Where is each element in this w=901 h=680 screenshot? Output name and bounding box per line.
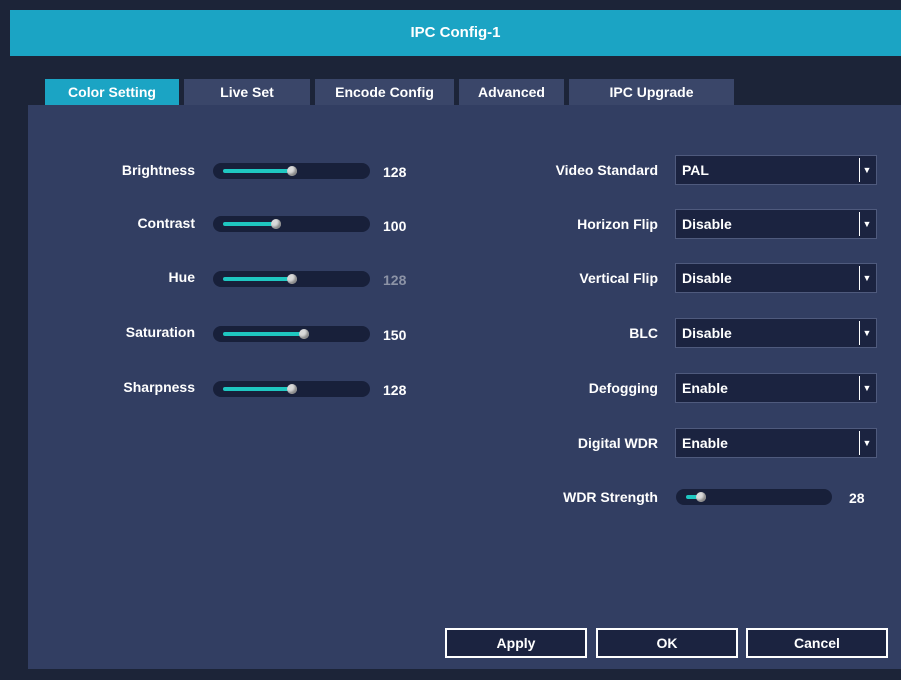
horizon-flip-select[interactable]: Disable ▼ [675,209,877,239]
sharpness-slider[interactable] [213,381,370,397]
tab-encode-config[interactable]: Encode Config [315,79,454,105]
hue-label: Hue [168,269,195,285]
vertical-flip-label: Vertical Flip [579,270,658,286]
horizon-flip-value: Disable [682,216,732,232]
wdr-strength-slider-knob[interactable] [695,492,706,502]
digital-wdr-value: Enable [682,435,728,451]
saturation-slider-knob[interactable] [298,329,309,339]
defogging-value: Enable [682,380,728,396]
tab-color-setting[interactable]: Color Setting [45,79,179,105]
blc-label: BLC [629,325,658,341]
tab-advanced[interactable]: Advanced [459,79,564,105]
horizon-flip-label: Horizon Flip [577,216,658,232]
tab-ipc-upgrade[interactable]: IPC Upgrade [569,79,734,105]
cancel-button[interactable]: Cancel [746,628,888,658]
brightness-slider-knob[interactable] [286,166,297,176]
blc-select[interactable]: Disable ▼ [675,318,877,348]
contrast-slider[interactable] [213,216,370,232]
vertical-flip-value: Disable [682,270,732,286]
wdr-strength-value: 28 [849,490,865,506]
brightness-label: Brightness [121,162,195,178]
video-standard-select[interactable]: PAL ▼ [675,155,877,185]
vertical-flip-select[interactable]: Disable ▼ [675,263,877,293]
ok-button[interactable]: OK [596,628,738,658]
saturation-slider-fill [223,332,304,336]
saturation-slider[interactable] [213,326,370,342]
sharpness-slider-knob[interactable] [286,384,297,394]
wdr-strength-slider[interactable] [676,489,832,505]
chevron-down-icon[interactable]: ▼ [859,431,874,455]
tab-bar: Color Setting Live Set Encode Config Adv… [28,79,901,105]
video-standard-label: Video Standard [555,162,658,178]
defogging-select[interactable]: Enable ▼ [675,373,877,403]
window-title: IPC Config-1 [10,10,901,56]
chevron-down-icon[interactable]: ▼ [859,321,874,345]
chevron-down-icon[interactable]: ▼ [859,266,874,290]
chevron-down-icon[interactable]: ▼ [859,376,874,400]
brightness-slider[interactable] [213,163,370,179]
tab-live-set[interactable]: Live Set [184,79,310,105]
defogging-label: Defogging [588,380,658,396]
hue-slider-knob[interactable] [286,274,297,284]
brightness-slider-fill [223,169,292,173]
digital-wdr-select[interactable]: Enable ▼ [675,428,877,458]
chevron-down-icon[interactable]: ▼ [859,158,874,182]
hue-value: 128 [383,272,407,288]
ipc-config-window: IPC Config-1 Color Setting Live Set Enco… [0,0,901,680]
hue-slider[interactable] [213,271,370,287]
contrast-value: 100 [383,218,407,234]
apply-button[interactable]: Apply [445,628,587,658]
contrast-slider-fill [223,222,277,226]
chevron-down-icon[interactable]: ▼ [859,212,874,236]
video-standard-value: PAL [682,162,709,178]
brightness-value: 128 [383,164,407,180]
digital-wdr-label: Digital WDR [577,435,658,451]
hue-slider-fill [223,277,292,281]
sharpness-slider-fill [223,387,292,391]
contrast-label: Contrast [137,215,195,231]
saturation-value: 150 [383,327,407,343]
blc-value: Disable [682,325,732,341]
saturation-label: Saturation [125,324,195,340]
contrast-slider-knob[interactable] [271,219,282,229]
wdr-strength-label: WDR Strength [563,489,658,505]
sharpness-label: Sharpness [123,379,195,395]
sharpness-value: 128 [383,382,407,398]
